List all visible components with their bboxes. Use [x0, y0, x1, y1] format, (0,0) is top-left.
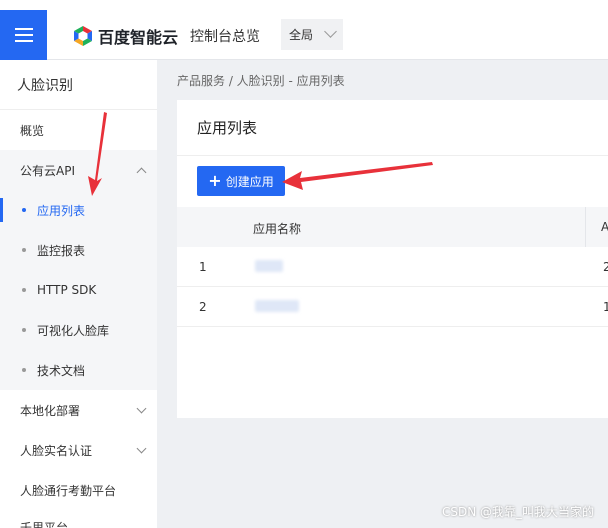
logo-text: 百度智能云: [98, 28, 179, 47]
region-select[interactable]: 全局: [281, 19, 343, 50]
bullet-icon: [22, 288, 26, 292]
sidebar-item-public-api[interactable]: 公有云API: [0, 150, 157, 190]
bullet-icon: [22, 368, 26, 372]
sidebar-item-http-sdk[interactable]: HTTP SDK: [0, 270, 157, 310]
sidebar-item-label: 技术文档: [37, 363, 86, 378]
column-divider[interactable]: [585, 207, 586, 247]
page-title: 应用列表: [177, 100, 608, 156]
bullet-icon: [22, 328, 26, 332]
chevron-down-icon: [324, 25, 337, 38]
sidebar-item-label: 本地化部署: [20, 403, 81, 418]
sidebar-item-overview[interactable]: 概览: [0, 110, 157, 150]
chevron-down-icon: [136, 403, 147, 413]
app-table: 应用名称 A 1 2 2 1: [177, 207, 608, 327]
console-overview-link[interactable]: 控制台总览: [190, 26, 260, 46]
sidebar-item-monitoring[interactable]: 监控报表: [0, 230, 157, 270]
sidebar-item-label: 公有云API: [20, 163, 75, 178]
logo[interactable]: 百度智能云: [72, 24, 178, 48]
sidebar-item-label: 监控报表: [37, 243, 86, 258]
baidu-cloud-logo-icon: [74, 26, 92, 46]
sidebar-item-app-list[interactable]: 应用列表: [0, 190, 157, 230]
sidebar-item-label: 千里平台: [20, 521, 69, 528]
app-list-panel: 应用列表 + 创建应用 应用名称 A 1 2 2 1: [177, 100, 608, 418]
redacted-app-name: [255, 260, 283, 272]
column-header-app-name: 应用名称: [253, 222, 302, 236]
plus-icon: +: [208, 171, 222, 190]
sidebar-item-realname[interactable]: 人脸实名认证: [0, 430, 157, 470]
watermark: CSDN @我靠_叫我大当家的: [441, 505, 594, 519]
hamburger-icon: [14, 28, 33, 42]
menu-button[interactable]: [0, 10, 47, 60]
bullet-icon: [22, 248, 26, 252]
region-value: 全局: [289, 28, 314, 42]
sidebar-item-label: 应用列表: [37, 203, 86, 218]
create-app-button[interactable]: + 创建应用: [197, 166, 285, 196]
sidebar-item-label: HTTP SDK: [37, 283, 97, 297]
sidebar-item-cut[interactable]: 千里平台: [0, 510, 157, 528]
redacted-app-name: [255, 300, 299, 312]
top-bar: 百度智能云 控制台总览 全局: [0, 0, 608, 60]
chevron-down-icon: [136, 443, 147, 453]
sidebar-group-public-api: 公有云API 应用列表 监控报表 HTTP SDK 可视化人脸库 技术文档: [0, 150, 157, 390]
row-next-cell: 2: [603, 260, 608, 274]
table-header: 应用名称 A: [177, 207, 608, 247]
row-index: 1: [199, 260, 207, 274]
sidebar-item-docs[interactable]: 技术文档: [0, 350, 157, 390]
sidebar-title: 人脸识别: [0, 60, 157, 110]
sidebar-item-face-library[interactable]: 可视化人脸库: [0, 310, 157, 350]
sidebar-item-attendance[interactable]: 人脸通行考勤平台: [0, 470, 157, 510]
table-row[interactable]: 2 1: [177, 287, 608, 327]
sidebar-item-local-deploy[interactable]: 本地化部署: [0, 390, 157, 430]
breadcrumb: 产品服务 / 人脸识别 - 应用列表: [177, 74, 345, 88]
column-header-next: A: [601, 220, 608, 234]
row-next-cell: 1: [603, 300, 608, 314]
sidebar-item-label: 人脸实名认证: [20, 443, 93, 458]
create-app-label: 创建应用: [225, 174, 274, 189]
sidebar: 人脸识别 概览 公有云API 应用列表 监控报表 HTTP SDK 可视化人脸库…: [0, 60, 157, 528]
row-index: 2: [199, 300, 207, 314]
chevron-up-icon: [136, 167, 147, 177]
bullet-icon: [22, 208, 26, 212]
sidebar-item-label: 可视化人脸库: [37, 323, 110, 338]
table-row[interactable]: 1 2: [177, 247, 608, 287]
